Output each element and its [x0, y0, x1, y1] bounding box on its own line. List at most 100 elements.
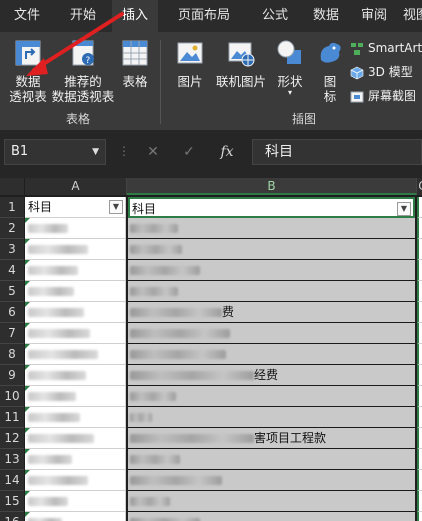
row-header[interactable]: 2	[0, 218, 24, 239]
table-row-cell-c[interactable]	[417, 491, 422, 512]
cancel-icon[interactable]: ✕	[140, 139, 166, 165]
row-header[interactable]: 3	[0, 239, 24, 260]
row-header[interactable]: 15	[0, 491, 24, 512]
row-header[interactable]: 7	[0, 323, 24, 344]
table-row-cell-c[interactable]	[417, 407, 422, 428]
table-row-cell-a[interactable]	[25, 323, 126, 344]
table-row-cell-c[interactable]	[417, 470, 422, 491]
table-row-cell-b[interactable]	[128, 512, 415, 521]
table-row-cell-b[interactable]	[128, 260, 415, 281]
table-row-cell-a[interactable]	[25, 218, 126, 239]
tab-data[interactable]: 数据	[300, 0, 352, 32]
table-row-cell-b[interactable]	[128, 449, 415, 470]
table-row-cell-b[interactable]	[128, 491, 415, 512]
table-row-cell-b[interactable]: 费	[128, 302, 415, 323]
table-row-cell-c[interactable]	[417, 239, 422, 260]
row-header[interactable]: 5	[0, 281, 24, 302]
insert-function-button[interactable]: fx	[212, 139, 242, 165]
tab-view[interactable]: 视图	[396, 0, 422, 32]
table-row-cell-b[interactable]	[128, 218, 415, 239]
cell-text: 科目	[132, 202, 157, 216]
cell-b1[interactable]: 科目 ▼	[128, 197, 415, 218]
row-header[interactable]: 6	[0, 302, 24, 323]
table-row-cell-c[interactable]	[417, 260, 422, 281]
table-row-cell-c[interactable]	[417, 449, 422, 470]
table-icon	[122, 40, 148, 66]
cell-text: 害项目工程款	[254, 431, 327, 445]
table-row-cell-a[interactable]	[25, 302, 126, 323]
table-row-cell-a[interactable]	[25, 260, 126, 281]
tab-page-layout[interactable]: 页面布局	[158, 0, 250, 32]
filter-dropdown-icon[interactable]: ▼	[109, 200, 123, 214]
table-row-cell-a[interactable]	[25, 449, 126, 470]
table-row-cell-c[interactable]	[417, 218, 422, 239]
table-row-cell-b[interactable]	[128, 239, 415, 260]
row-header[interactable]: 14	[0, 470, 24, 491]
tab-insert[interactable]: 插入	[112, 0, 158, 32]
name-box[interactable]: B1 ▼	[4, 139, 106, 165]
row-header[interactable]: 10	[0, 386, 24, 407]
column-header-b[interactable]: B	[127, 178, 417, 195]
table-row-cell-c[interactable]	[417, 302, 422, 323]
smartart-button[interactable]: SmartArt	[350, 38, 422, 58]
pivot-table-label: 数据 透视表	[9, 74, 47, 104]
table-row-cell-c[interactable]	[417, 512, 422, 521]
table-row-cell-a[interactable]	[25, 239, 126, 260]
table-row-cell-c[interactable]	[417, 344, 422, 365]
tab-formulas[interactable]: 公式	[250, 0, 300, 32]
tab-file[interactable]: 文件	[0, 0, 54, 32]
online-pictures-button[interactable]: 联机图片	[212, 38, 270, 89]
pivot-table-button[interactable]: 数据 透视表	[4, 38, 52, 104]
enter-icon[interactable]: ✓	[176, 139, 202, 165]
table-row-cell-a[interactable]	[25, 491, 126, 512]
screenshot-button[interactable]: 屏幕截图	[350, 86, 416, 106]
column-header-a[interactable]: A	[25, 178, 127, 195]
shapes-label: 形状	[277, 74, 303, 89]
table-row-cell-c[interactable]	[417, 386, 422, 407]
table-row-cell-a[interactable]	[25, 512, 126, 521]
row-header[interactable]: 4	[0, 260, 24, 281]
table-row-cell-c[interactable]	[417, 281, 422, 302]
row-header[interactable]: 11	[0, 407, 24, 428]
cell-c1[interactable]	[417, 197, 422, 218]
model-3d-button[interactable]: 3D 模型	[350, 62, 413, 82]
table-row-cell-c[interactable]	[417, 365, 422, 386]
table-row-cell-b[interactable]: 经费	[128, 365, 415, 386]
formula-bar-grip-icon[interactable]: ⋮	[118, 144, 130, 158]
filter-dropdown-icon[interactable]: ▼	[397, 202, 411, 216]
table-row-cell-a[interactable]	[25, 365, 126, 386]
recommended-pivot-button[interactable]: ? 推荐的 数据透视表	[50, 38, 116, 104]
tab-home[interactable]: 开始	[54, 0, 112, 32]
select-all-corner[interactable]	[0, 178, 24, 195]
table-row-cell-b[interactable]	[128, 407, 415, 428]
row-header[interactable]: 12	[0, 428, 24, 449]
row-header[interactable]: 13	[0, 449, 24, 470]
shapes-button[interactable]: 形状 ▾	[270, 38, 310, 97]
table-button[interactable]: 表格	[116, 38, 154, 89]
icons-button[interactable]: 图 标	[312, 38, 348, 104]
table-row-cell-a[interactable]	[25, 344, 126, 365]
table-row-cell-a[interactable]	[25, 386, 126, 407]
cell-a1[interactable]: 科目 ▼	[25, 197, 126, 218]
table-row-cell-b[interactable]	[128, 281, 415, 302]
column-header-c[interactable]: C	[417, 178, 422, 195]
table-row-cell-b[interactable]	[128, 386, 415, 407]
table-row-cell-b[interactable]	[128, 323, 415, 344]
row-header[interactable]: 8	[0, 344, 24, 365]
table-row-cell-b[interactable]: 害项目工程款	[128, 428, 415, 449]
row-header[interactable]: 16	[0, 512, 24, 521]
table-row-cell-a[interactable]	[25, 407, 126, 428]
table-row-cell-a[interactable]	[25, 428, 126, 449]
table-row-cell-c[interactable]	[417, 428, 422, 449]
table-row-cell-a[interactable]	[25, 281, 126, 302]
chevron-down-icon[interactable]: ▼	[92, 140, 99, 164]
table-row-cell-b[interactable]	[128, 344, 415, 365]
tab-review[interactable]: 审阅	[352, 0, 396, 32]
table-row-cell-c[interactable]	[417, 323, 422, 344]
formula-input[interactable]: 科目	[252, 139, 422, 165]
table-row-cell-a[interactable]	[25, 470, 126, 491]
pictures-button[interactable]: 图片	[170, 38, 210, 89]
row-header[interactable]: 1	[0, 197, 24, 218]
row-header[interactable]: 9	[0, 365, 24, 386]
table-row-cell-b[interactable]	[128, 470, 415, 491]
